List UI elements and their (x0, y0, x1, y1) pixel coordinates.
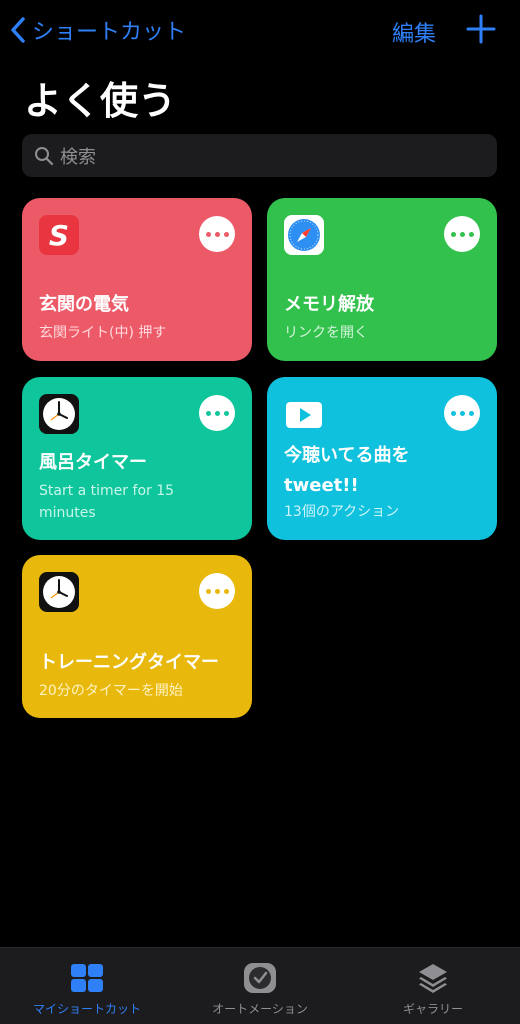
search-field[interactable]: 検索 (22, 134, 497, 177)
tab-label: ギャラリー (402, 1002, 463, 1016)
chevron-left-icon (11, 17, 25, 43)
shortcut-subtitle: Start a timer for 15 minutes (39, 483, 175, 521)
shortcut-subtitle: 玄関ライト(中) 押す (39, 325, 167, 341)
shortcut-card-genkan-light[interactable]: S 玄関の電気 玄関ライト(中) 押す (22, 198, 252, 361)
more-options-button[interactable] (444, 395, 480, 431)
more-options-button[interactable] (199, 216, 235, 252)
safari-icon (284, 215, 324, 255)
tab-gallery[interactable]: ギャラリー (348, 962, 518, 1017)
more-options-button[interactable] (444, 216, 480, 252)
shortcut-name: 今聴いてる曲をtweet!! (284, 445, 410, 496)
clock-icon (39, 394, 79, 434)
search-placeholder: 検索 (60, 146, 96, 168)
navigation-bar: ショートカット 編集 (0, 12, 520, 52)
shortcut-card-bath-timer[interactable]: 風呂タイマー Start a timer for 15 minutes (22, 377, 252, 540)
more-options-button[interactable] (199, 395, 235, 431)
tab-bar: マイショートカット オートメーション ギャラリー (0, 947, 520, 1024)
shortcut-card-tweet-song[interactable]: 今聴いてる曲をtweet!! 13個のアクション (267, 377, 497, 540)
svg-text:S: S (49, 219, 69, 252)
s-app-icon: S (39, 215, 79, 255)
tab-automation[interactable]: オートメーション (175, 962, 345, 1017)
shortcut-name: 玄関の電気 (39, 294, 129, 315)
more-options-button[interactable] (199, 573, 235, 609)
shortcut-subtitle: リンクを開く (284, 325, 368, 341)
edit-button[interactable]: 編集 (392, 16, 436, 48)
search-icon (35, 146, 54, 165)
tab-label: オートメーション (212, 1002, 308, 1016)
grid-icon (2, 962, 172, 994)
automation-clock-icon (175, 962, 345, 994)
shortcut-card-memory[interactable]: メモリ解放 リンクを開く (267, 198, 497, 361)
shortcut-card-training-timer[interactable]: トレーニングタイマー 20分のタイマーを開始 (22, 555, 252, 718)
play-icon (284, 394, 324, 434)
add-shortcut-button[interactable] (466, 14, 496, 44)
tab-my-shortcuts[interactable]: マイショートカット (2, 962, 172, 1017)
shortcut-name: トレーニングタイマー (39, 652, 219, 673)
back-label: ショートカット (32, 20, 187, 45)
shortcut-name: 風呂タイマー (39, 452, 147, 473)
back-button[interactable]: ショートカット (10, 14, 186, 46)
clock-icon (39, 572, 79, 612)
shortcut-subtitle: 13個のアクション (284, 504, 400, 520)
shortcut-name: メモリ解放 (284, 294, 374, 315)
tab-label: マイショートカット (32, 1002, 141, 1016)
gallery-stack-icon (348, 962, 518, 994)
shortcut-subtitle: 20分のタイマーを開始 (39, 683, 183, 699)
page-title: よく使う (24, 79, 177, 123)
